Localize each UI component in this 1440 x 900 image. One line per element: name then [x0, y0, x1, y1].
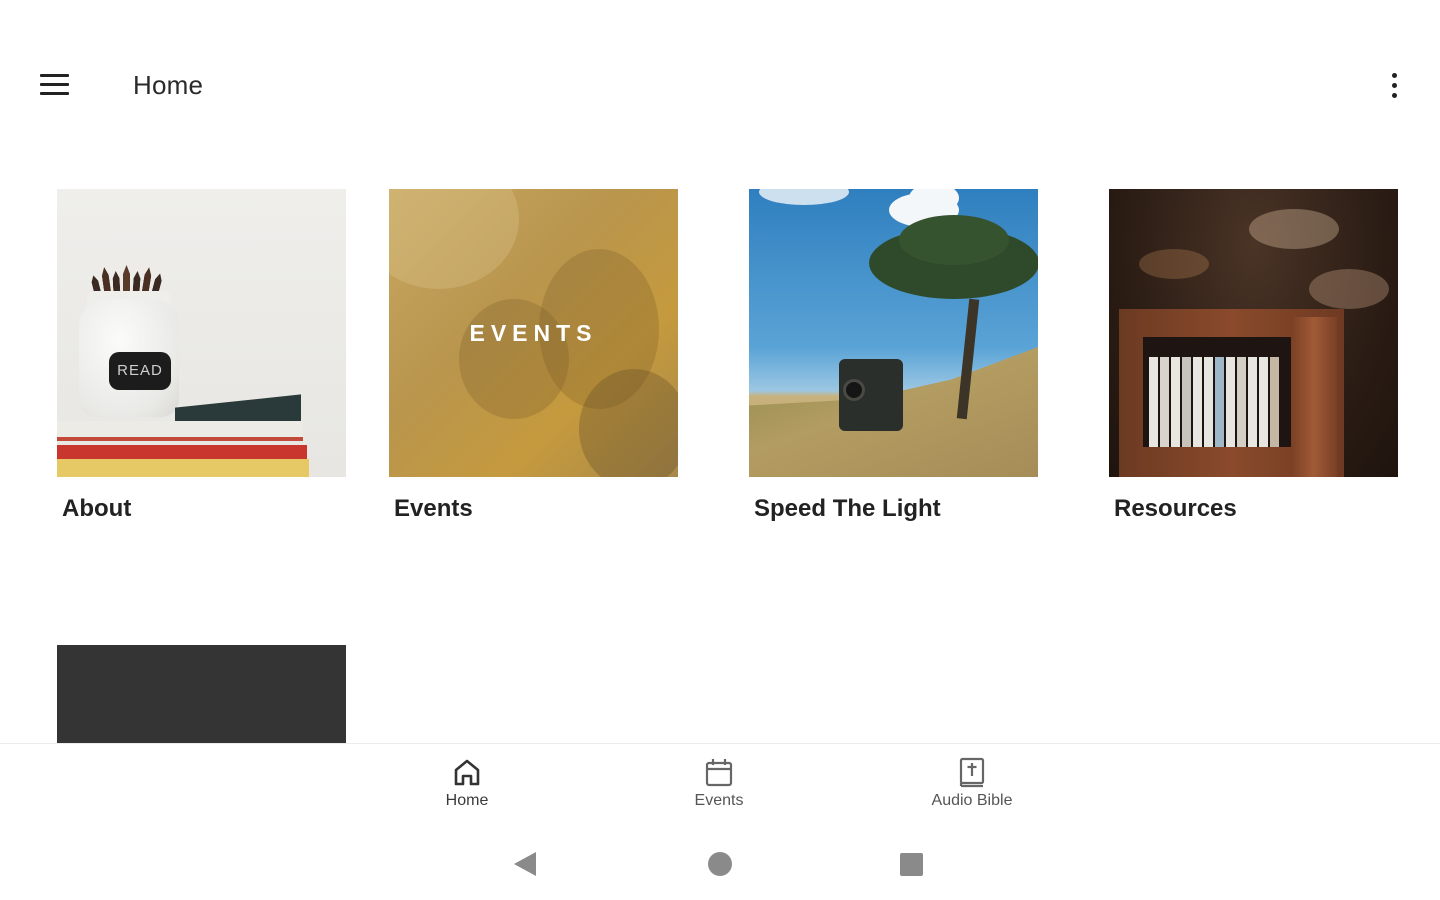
- nav-item-home[interactable]: Home: [397, 756, 537, 822]
- app-bar: Home: [0, 0, 1440, 170]
- tile-resources[interactable]: Resources: [1109, 189, 1398, 522]
- recents-square-icon[interactable]: [900, 853, 923, 876]
- tile-about[interactable]: READ About: [57, 189, 346, 522]
- about-image: READ: [57, 189, 346, 477]
- system-navigation-bar: [0, 825, 1440, 900]
- nav-label-home: Home: [445, 792, 489, 809]
- nav-label-events: Events: [694, 792, 744, 809]
- book: [57, 459, 309, 477]
- calendar-icon: [704, 756, 734, 788]
- events-overlay-text: EVENTS: [469, 319, 598, 346]
- spare-wheel: [843, 379, 865, 401]
- jar-label: READ: [109, 352, 171, 390]
- tile-events[interactable]: EVENTS Events: [389, 189, 678, 522]
- nav-label-audio-bible: Audio Bible: [931, 792, 1013, 809]
- hamburger-menu-icon[interactable]: [30, 64, 78, 104]
- back-triangle-icon[interactable]: [514, 852, 536, 876]
- book: [57, 421, 303, 441]
- tile-label-about: About: [62, 495, 132, 522]
- page-title: Home: [133, 70, 204, 100]
- tile-speed-the-light[interactable]: Speed The Light: [749, 189, 1038, 522]
- resources-image: [1109, 189, 1398, 477]
- tile-label-resources: Resources: [1114, 495, 1237, 522]
- more-vertical-icon[interactable]: [1378, 66, 1410, 104]
- bottom-navigation: Home Events Audio Bible: [0, 743, 1440, 825]
- shelf-post: [1291, 317, 1337, 477]
- home-icon: [452, 756, 482, 788]
- speed-the-light-image: [749, 189, 1038, 477]
- app-root: Home READ About EVENTS Events Speed The …: [0, 0, 1440, 900]
- bible-icon: [957, 756, 987, 788]
- nav-item-audio-bible[interactable]: Audio Bible: [902, 756, 1042, 822]
- tile-label-events: Events: [394, 495, 473, 522]
- home-circle-icon[interactable]: [708, 852, 732, 876]
- books-row: [1149, 357, 1279, 447]
- tile-label-speed-the-light: Speed The Light: [754, 495, 941, 522]
- events-image: EVENTS: [389, 189, 678, 477]
- tile-partial[interactable]: [57, 645, 346, 743]
- nav-item-events[interactable]: Events: [649, 756, 789, 822]
